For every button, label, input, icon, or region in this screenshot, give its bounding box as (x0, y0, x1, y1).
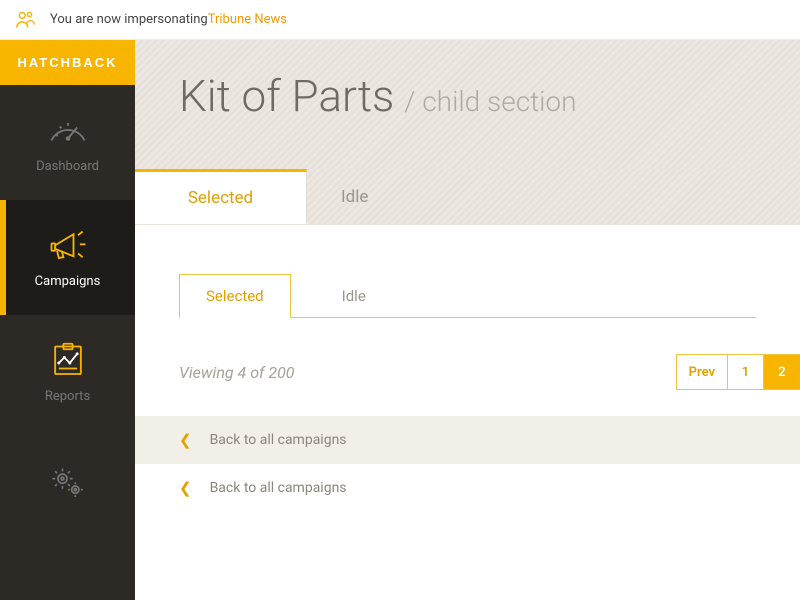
chevron-left-icon: ❮ (179, 431, 192, 449)
subtab-selected[interactable]: Selected (179, 274, 291, 318)
sidebar-item-label: Reports (45, 389, 90, 404)
page-subtitle: / child section (404, 85, 576, 118)
brand-logo[interactable]: HATCHBACK (0, 40, 135, 85)
sidebar-item-label: Dashboard (36, 159, 99, 174)
page-title: Kit of Parts (179, 70, 394, 122)
subtab-idle[interactable]: Idle (315, 274, 393, 318)
back-link-label: Back to all campaigns (210, 480, 347, 496)
impersonation-bar: You are now impersonating Tribune News (0, 0, 800, 40)
gears-icon (46, 464, 90, 502)
chart-clipboard-icon (46, 341, 90, 379)
secondary-tabs: Selected Idle (179, 273, 756, 318)
chevron-left-icon: ❮ (179, 479, 192, 497)
page-header: Kit of Parts / child section (135, 40, 800, 170)
content-area: Selected Idle Viewing 4 of 200 Prev 1 2 … (135, 225, 800, 600)
sidebar-item-label: Campaigns (35, 274, 101, 289)
tab-idle[interactable]: Idle (307, 169, 800, 224)
sidebar-item-dashboard[interactable]: Dashboard (0, 85, 135, 200)
gauge-icon (46, 111, 90, 149)
tab-selected[interactable]: Selected (135, 169, 307, 224)
impersonate-prefix: You are now impersonating (50, 12, 208, 27)
sidebar: HATCHBACK Dashboard (0, 40, 135, 600)
pagination: Prev 1 2 (676, 354, 800, 390)
back-link[interactable]: ❮ Back to all campaigns (135, 416, 800, 464)
sidebar-item-settings[interactable] (0, 430, 135, 545)
back-link[interactable]: ❮ Back to all campaigns (135, 464, 800, 512)
back-link-label: Back to all campaigns (210, 432, 347, 448)
primary-tabs: Selected Idle (135, 169, 800, 225)
list-meta-row: Viewing 4 of 200 Prev 1 2 (135, 354, 800, 390)
main: Kit of Parts / child section Selected Id… (135, 40, 800, 600)
sidebar-item-campaigns[interactable]: Campaigns (0, 200, 135, 315)
pager-page-2[interactable]: 2 (764, 354, 800, 390)
pager-prev[interactable]: Prev (677, 354, 728, 390)
sidebar-item-reports[interactable]: Reports (0, 315, 135, 430)
viewing-count: Viewing 4 of 200 (179, 363, 295, 382)
impersonate-icon (14, 9, 36, 31)
impersonate-target-name: Tribune News (208, 12, 287, 27)
pager-page-1[interactable]: 1 (728, 354, 764, 390)
megaphone-icon (46, 226, 90, 264)
